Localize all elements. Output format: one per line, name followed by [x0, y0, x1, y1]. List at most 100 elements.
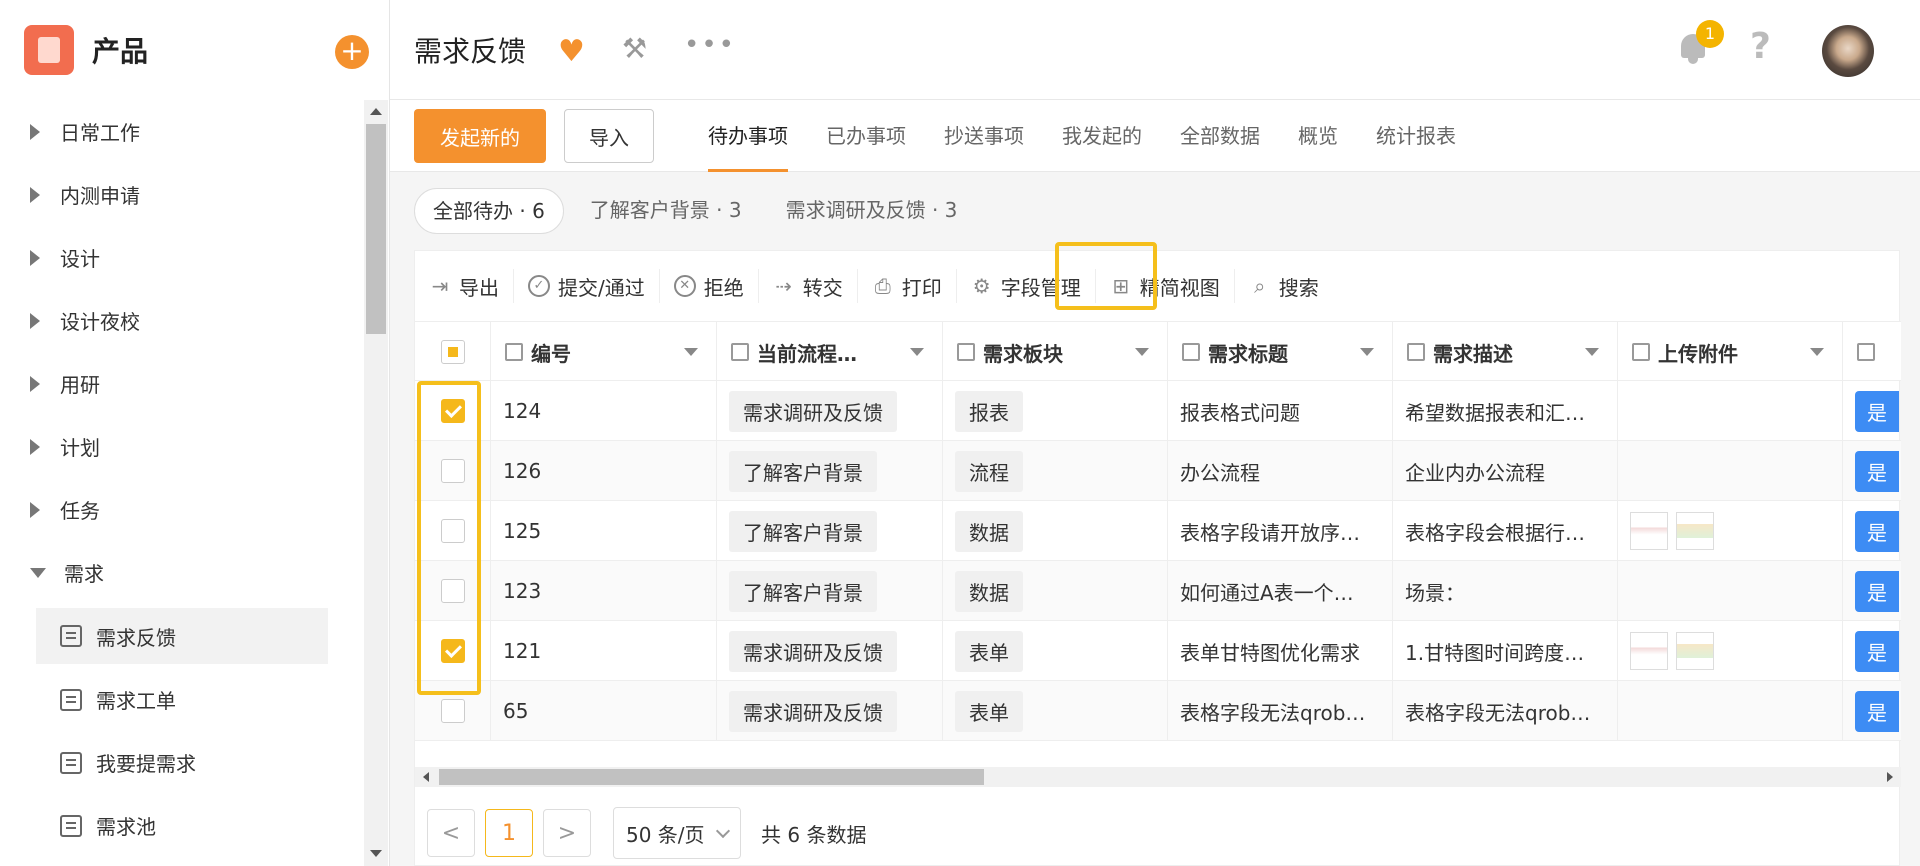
- sidebar-subitem-pool[interactable]: 需求池: [0, 794, 362, 857]
- sort-caret-icon[interactable]: [1360, 348, 1374, 356]
- desc-cell[interactable]: 表格字段无法qrob…: [1393, 681, 1618, 741]
- id-cell[interactable]: 65: [491, 681, 717, 741]
- row-checkbox[interactable]: [440, 699, 465, 723]
- sidebar-item-beta[interactable]: 内测申请: [0, 163, 362, 226]
- page-1-button[interactable]: 1: [485, 809, 533, 857]
- flow-cell[interactable]: 需求调研及反馈: [717, 681, 943, 741]
- title-cell[interactable]: 如何通过A表一个…: [1168, 561, 1393, 621]
- desc-cell[interactable]: 场景：: [1393, 561, 1618, 621]
- sidebar-scroll-thumb[interactable]: [366, 124, 386, 334]
- col-title[interactable]: 需求标题: [1168, 322, 1393, 382]
- col-extra[interactable]: [1843, 322, 1901, 382]
- attachment-cell[interactable]: [1618, 621, 1843, 681]
- block-cell[interactable]: 流程: [943, 441, 1168, 501]
- tab-overview[interactable]: 概览: [1298, 100, 1338, 172]
- sidebar-subitem-submit[interactable]: 我要提需求: [0, 731, 362, 794]
- filter-research[interactable]: 需求调研及反馈 · 3: [768, 188, 976, 234]
- attachment-thumbnail[interactable]: [1630, 632, 1668, 670]
- sidebar-item-design[interactable]: 设计: [0, 226, 362, 289]
- sidebar-item-plan[interactable]: 计划: [0, 415, 362, 478]
- sidebar-item-design-school[interactable]: 设计夜校: [0, 289, 362, 352]
- attachment-thumbnail[interactable]: [1630, 512, 1668, 550]
- sidebar-item-daily[interactable]: 日常工作: [0, 100, 362, 163]
- add-app-button[interactable]: +: [335, 35, 369, 69]
- attachment-cell[interactable]: [1618, 501, 1843, 561]
- sort-caret-icon[interactable]: [1135, 348, 1149, 356]
- attachment-cell[interactable]: [1618, 561, 1843, 621]
- attachment-cell[interactable]: [1618, 381, 1843, 441]
- page-size-select[interactable]: 50 条/页: [613, 807, 741, 859]
- avatar[interactable]: [1822, 25, 1874, 77]
- help-icon[interactable]: ?: [1750, 26, 1771, 67]
- table-row[interactable]: 126 了解客户背景 流程 办公流程 企业内办公流程 是: [415, 441, 1901, 501]
- id-cell[interactable]: 126: [491, 441, 717, 501]
- sort-caret-icon[interactable]: [910, 348, 924, 356]
- filter-all[interactable]: 全部待办 · 6: [414, 188, 564, 234]
- sidebar-subitem-ticket[interactable]: 需求工单: [0, 668, 362, 731]
- print-button[interactable]: ⎙ 打印: [872, 269, 957, 303]
- submit-button[interactable]: ✓ 提交/通过: [528, 269, 660, 303]
- col-block[interactable]: 需求板块: [943, 322, 1168, 382]
- tab-done[interactable]: 已办事项: [826, 100, 906, 172]
- wrench-icon[interactable]: ⚒: [622, 32, 647, 65]
- export-button[interactable]: ⇥ 导出: [429, 269, 514, 303]
- search-button[interactable]: ⌕ 搜索: [1249, 269, 1333, 303]
- desc-cell[interactable]: 企业内办公流程: [1393, 441, 1618, 501]
- sort-caret-icon[interactable]: [1585, 348, 1599, 356]
- extra-cell[interactable]: 是: [1843, 501, 1901, 561]
- attachment-thumbnail[interactable]: [1676, 512, 1714, 550]
- table-row[interactable]: 65 需求调研及反馈 表单 表格字段无法qrob… 表格字段无法qrob… 是: [415, 681, 1901, 741]
- title-cell[interactable]: 表格字段请开放序…: [1168, 501, 1393, 561]
- extra-cell[interactable]: 是: [1843, 561, 1901, 621]
- table-row[interactable]: 125 了解客户背景 数据 表格字段请开放序… 表格字段会根据行… 是: [415, 501, 1901, 561]
- flow-cell[interactable]: 了解客户背景: [717, 441, 943, 501]
- col-desc[interactable]: 需求描述: [1393, 322, 1618, 382]
- block-cell[interactable]: 数据: [943, 561, 1168, 621]
- sidebar-item-demand[interactable]: 需求: [0, 541, 362, 604]
- filter-customer[interactable]: 了解客户背景 · 3: [572, 188, 760, 234]
- id-cell[interactable]: 125: [491, 501, 717, 561]
- tab-todo[interactable]: 待办事项: [708, 100, 788, 172]
- next-page-button[interactable]: >: [543, 809, 591, 857]
- title-cell[interactable]: 办公流程: [1168, 441, 1393, 501]
- flow-cell[interactable]: 了解客户背景: [717, 501, 943, 561]
- extra-cell[interactable]: 是: [1843, 441, 1901, 501]
- flow-cell[interactable]: 需求调研及反馈: [717, 621, 943, 681]
- desc-cell[interactable]: 希望数据报表和汇…: [1393, 381, 1618, 441]
- scroll-right-icon[interactable]: [1887, 772, 1893, 782]
- reject-button[interactable]: ✕ 拒绝: [673, 269, 759, 303]
- table-row[interactable]: 123 了解客户背景 数据 如何通过A表一个… 场景： 是: [415, 561, 1901, 621]
- transfer-button[interactable]: ⇢ 转交: [773, 269, 858, 303]
- prev-page-button[interactable]: <: [427, 809, 475, 857]
- id-cell[interactable]: 124: [491, 381, 717, 441]
- title-cell[interactable]: 报表格式问题: [1168, 381, 1393, 441]
- title-cell[interactable]: 表格字段无法qrob…: [1168, 681, 1393, 741]
- id-cell[interactable]: 121: [491, 621, 717, 681]
- tab-report[interactable]: 统计报表: [1376, 100, 1456, 172]
- block-cell[interactable]: 数据: [943, 501, 1168, 561]
- id-cell[interactable]: 123: [491, 561, 717, 621]
- col-flow[interactable]: 当前流程…: [717, 322, 943, 382]
- sort-caret-icon[interactable]: [684, 348, 698, 356]
- scroll-down-icon[interactable]: [370, 850, 382, 857]
- extra-cell[interactable]: 是: [1843, 621, 1901, 681]
- col-attachment[interactable]: 上传附件: [1618, 322, 1843, 382]
- table-row[interactable]: 121 需求调研及反馈 表单 表单甘特图优化需求 1.甘特图时间跨度… 是: [415, 621, 1901, 681]
- scroll-up-icon[interactable]: [370, 108, 382, 115]
- more-icon[interactable]: •••: [684, 30, 736, 60]
- flow-cell[interactable]: 了解客户背景: [717, 561, 943, 621]
- horizontal-scroll-thumb[interactable]: [439, 769, 984, 785]
- extra-cell[interactable]: 是: [1843, 681, 1901, 741]
- tab-initiated[interactable]: 我发起的: [1062, 100, 1142, 172]
- horizontal-scrollbar[interactable]: [415, 767, 1901, 787]
- attachment-cell[interactable]: [1618, 681, 1843, 741]
- sidebar-item-task[interactable]: 任务: [0, 478, 362, 541]
- tab-cc[interactable]: 抄送事项: [944, 100, 1024, 172]
- block-cell[interactable]: 表单: [943, 681, 1168, 741]
- flow-cell[interactable]: 需求调研及反馈: [717, 381, 943, 441]
- block-cell[interactable]: 报表: [943, 381, 1168, 441]
- desc-cell[interactable]: 1.甘特图时间跨度…: [1393, 621, 1618, 681]
- table-row[interactable]: 124 需求调研及反馈 报表 报表格式问题 希望数据报表和汇… 是: [415, 381, 1901, 441]
- import-button[interactable]: 导入: [564, 109, 654, 163]
- tab-all[interactable]: 全部数据: [1180, 100, 1260, 172]
